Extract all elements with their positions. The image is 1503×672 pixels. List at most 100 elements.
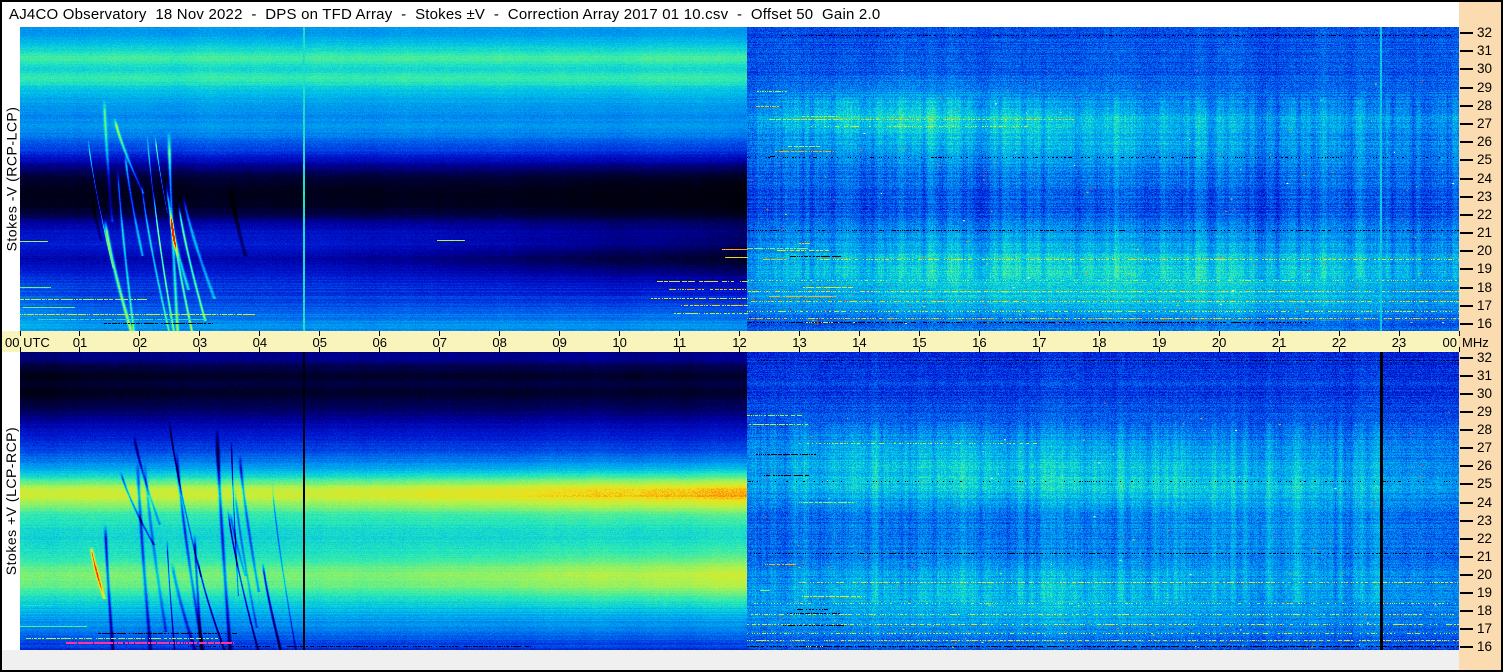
freq-tick bbox=[1460, 232, 1473, 235]
freq-label: 18 bbox=[1477, 602, 1493, 618]
hour-label: 08 bbox=[492, 335, 507, 350]
freq-tick bbox=[1460, 537, 1473, 540]
freq-tick bbox=[1460, 429, 1473, 432]
hour-label: 16 bbox=[972, 335, 987, 350]
mhz-unit-label: MHz bbox=[1462, 335, 1489, 350]
title-bar: AJ4CO Observatory 18 Nov 2022 - DPS on T… bbox=[2, 2, 1459, 27]
freq-label: 23 bbox=[1477, 512, 1493, 528]
freq-label: 19 bbox=[1477, 261, 1493, 277]
freq-tick bbox=[1460, 323, 1473, 325]
freq-tick bbox=[1460, 32, 1473, 34]
hour-label: 00 UTC bbox=[5, 335, 50, 350]
hour-label: 07 bbox=[432, 335, 447, 350]
hour-label: 02 bbox=[132, 335, 148, 350]
freq-label: 24 bbox=[1477, 494, 1493, 510]
freq-label: 28 bbox=[1477, 422, 1493, 438]
hour-label: 18 bbox=[1092, 335, 1107, 350]
freq-tick bbox=[1460, 555, 1473, 558]
freq-tick bbox=[1460, 104, 1473, 107]
frequency-axis: MHz 32 31 30 29 28 27 26 25 24 23 22 21 20 19 18 17 16 32 3… bbox=[1459, 2, 1501, 670]
hour-label: 23 bbox=[1391, 335, 1407, 350]
freq-tick bbox=[1460, 411, 1473, 414]
freq-label: 19 bbox=[1477, 584, 1493, 600]
hour-label: 20 bbox=[1211, 335, 1227, 350]
freq-label: 28 bbox=[1477, 97, 1493, 113]
stokes-plus-v-label: Stokes +V (LCP-RCP) bbox=[3, 426, 19, 576]
panel-top-ylabel: Stokes -V (RCP-LCP) bbox=[2, 27, 20, 331]
freq-tick bbox=[1460, 304, 1473, 307]
freq-label: 23 bbox=[1477, 188, 1493, 204]
freq-label: 24 bbox=[1477, 170, 1493, 186]
spectrogram-stokes-plus-v bbox=[20, 352, 1459, 650]
freq-tick bbox=[1460, 501, 1473, 504]
hour-label: 06 bbox=[372, 335, 387, 350]
hour-label: 12 bbox=[732, 335, 747, 350]
freq-tick bbox=[1460, 573, 1473, 576]
hour-label: 05 bbox=[312, 335, 328, 350]
freq-tick bbox=[1460, 213, 1473, 216]
freq-label: 26 bbox=[1477, 134, 1493, 150]
freq-tick bbox=[1460, 357, 1473, 359]
panel-bottom-ylabel: Stokes +V (LCP-RCP) bbox=[2, 352, 20, 650]
freq-tick bbox=[1460, 50, 1473, 53]
freq-label: 30 bbox=[1477, 61, 1493, 77]
freq-label: 18 bbox=[1477, 279, 1493, 295]
hour-tick bbox=[1458, 331, 1460, 336]
freq-label: 16 bbox=[1477, 316, 1493, 331]
freq-tick bbox=[1460, 627, 1473, 630]
freq-tick bbox=[1460, 286, 1473, 289]
observation-title: AJ4CO Observatory 18 Nov 2022 - DPS on T… bbox=[9, 6, 881, 23]
freq-tick bbox=[1460, 609, 1473, 612]
freq-tick bbox=[1460, 268, 1473, 271]
hour-label: 10 bbox=[612, 335, 627, 350]
freq-label: 27 bbox=[1477, 440, 1493, 456]
freq-label: 32 bbox=[1477, 25, 1493, 40]
freq-label: 30 bbox=[1477, 386, 1493, 402]
freq-tick bbox=[1460, 177, 1473, 180]
freq-tick bbox=[1460, 68, 1473, 71]
freq-label: 16 bbox=[1477, 639, 1493, 654]
freq-label: 22 bbox=[1477, 530, 1493, 546]
time-axis: 00 UTC 01 02 03 04 05 06 07 08 09 10 11 12 13 14 15 16 17… bbox=[2, 331, 1460, 352]
freq-tick bbox=[1460, 159, 1473, 162]
freq-label: 25 bbox=[1477, 152, 1493, 168]
freq-label: 21 bbox=[1477, 548, 1493, 564]
freq-tick bbox=[1460, 646, 1473, 648]
hour-label: 22 bbox=[1331, 335, 1347, 350]
freq-label: 26 bbox=[1477, 458, 1493, 474]
freq-tick bbox=[1460, 141, 1473, 144]
freq-label: 31 bbox=[1477, 43, 1493, 59]
hour-label: 19 bbox=[1151, 335, 1167, 350]
hour-label: 11 bbox=[672, 335, 687, 350]
freq-label: 17 bbox=[1477, 297, 1493, 313]
freq-label: 17 bbox=[1477, 620, 1493, 636]
page: { "header": { "title": "AJ4CO Observator… bbox=[0, 0, 1503, 672]
freq-label: 25 bbox=[1477, 476, 1493, 492]
freq-label: 22 bbox=[1477, 206, 1493, 222]
spectrogram-stokes-minus-v bbox=[20, 27, 1459, 331]
freq-label: 20 bbox=[1477, 243, 1493, 259]
freq-tick bbox=[1460, 447, 1473, 450]
hour-label: 15 bbox=[912, 335, 927, 350]
freq-tick bbox=[1460, 591, 1473, 594]
hour-label: 00 bbox=[1442, 335, 1457, 350]
freq-label: 31 bbox=[1477, 368, 1493, 384]
footer-strip bbox=[2, 650, 1459, 670]
hour-label: 21 bbox=[1271, 335, 1287, 350]
freq-label: 29 bbox=[1477, 404, 1493, 420]
freq-label: 20 bbox=[1477, 566, 1493, 582]
freq-tick bbox=[1460, 393, 1473, 396]
hour-label: 01 bbox=[72, 335, 88, 350]
freq-tick bbox=[1460, 519, 1473, 522]
freq-label: 32 bbox=[1477, 350, 1493, 365]
freq-tick bbox=[1460, 122, 1473, 125]
hour-label: 13 bbox=[792, 335, 807, 350]
hour-label: 04 bbox=[252, 335, 268, 350]
hour-label: 09 bbox=[552, 335, 567, 350]
hour-label: 17 bbox=[1032, 335, 1047, 350]
freq-tick bbox=[1460, 195, 1473, 198]
freq-label: 21 bbox=[1477, 225, 1493, 241]
hour-label: 14 bbox=[852, 335, 867, 350]
hour-label: 03 bbox=[192, 335, 208, 350]
freq-tick bbox=[1460, 86, 1473, 89]
